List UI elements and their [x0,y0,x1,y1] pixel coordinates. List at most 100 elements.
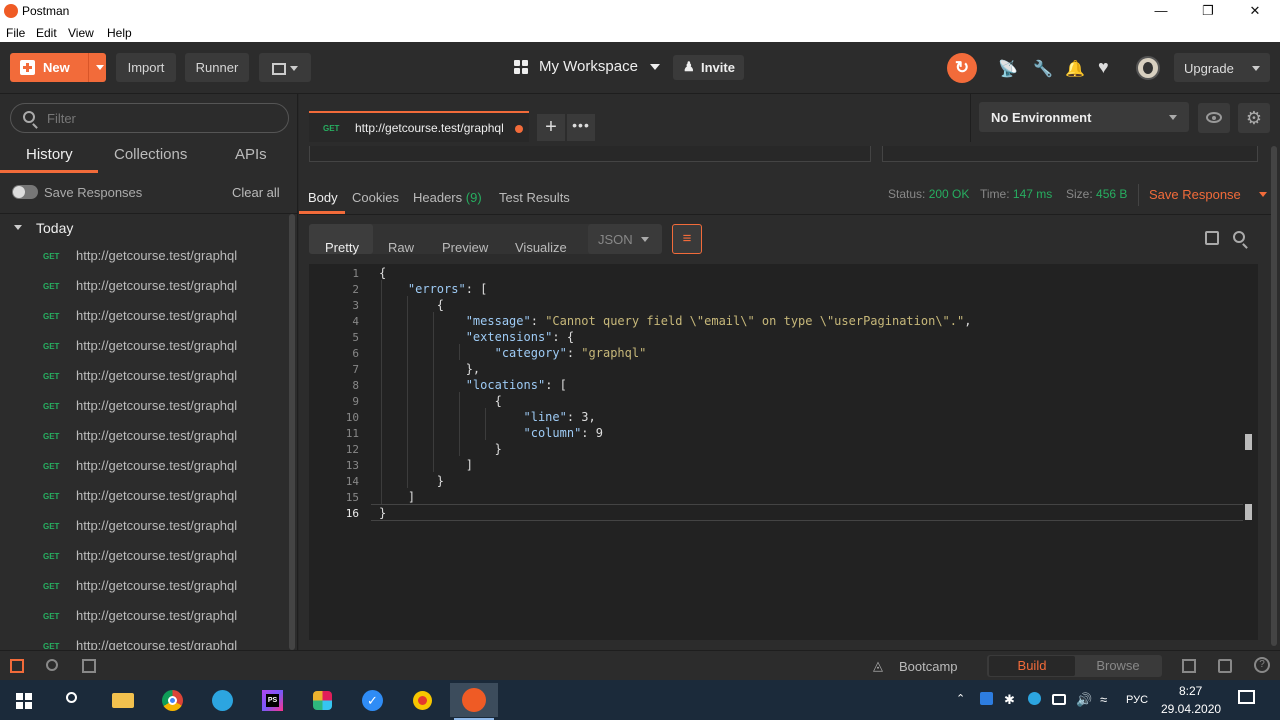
history-item-method: GET [43,342,60,351]
list-item[interactable]: GET http://getcourse.test/graphql [0,302,288,332]
slack-tray-icon[interactable]: ✱ [1004,692,1015,708]
copy-icon[interactable] [1205,231,1219,245]
postman-taskbar-icon[interactable] [450,683,498,717]
list-item[interactable]: GET http://getcourse.test/graphql [0,392,288,422]
format-visualize[interactable]: Visualize [515,240,567,255]
windows-start-icon[interactable] [10,686,40,714]
avatar[interactable] [1136,56,1160,80]
main-scrollbar[interactable] [1271,146,1277,646]
chrome-icon[interactable] [158,686,188,714]
new-button[interactable]: New [10,53,106,82]
clock-time[interactable]: 8:27 [1179,684,1202,698]
satellite-icon[interactable]: 📡 [998,59,1018,79]
list-item[interactable]: GET http://getcourse.test/graphql [0,482,288,512]
two-pane-icon[interactable] [1182,659,1196,673]
music-icon[interactable] [408,686,438,714]
response-body-editor[interactable]: 1 {2 "errors": [3 {4 "message": "Cannot q… [309,264,1258,640]
list-item[interactable]: GET http://getcourse.test/graphql [0,542,288,572]
battery-icon[interactable] [1052,694,1066,705]
upgrade-button[interactable]: Upgrade [1174,53,1270,82]
response-tab-tests[interactable]: Test Results [499,190,570,205]
help-icon[interactable]: ? [1254,657,1270,673]
language-indicator[interactable]: РУС [1126,694,1148,706]
save-response-button[interactable]: Save Response [1149,187,1267,202]
sidebar-scrollbar[interactable] [289,214,295,650]
telegram-tray-icon[interactable] [1028,692,1041,705]
tray-app-icon[interactable] [980,692,993,705]
format-pretty[interactable]: Pretty [325,240,359,255]
volume-icon[interactable]: 🔊 [1076,692,1092,708]
code-line: "extensions": { [465,330,575,344]
menu-view[interactable]: View [68,26,94,40]
sidebar-toggle-icon[interactable] [10,659,24,673]
console-icon[interactable] [82,659,96,673]
list-item[interactable]: GET http://getcourse.test/graphql [0,602,288,632]
response-tab-cookies[interactable]: Cookies [352,190,399,205]
add-tab-button[interactable]: + [537,114,565,141]
code-line: ] [379,490,416,504]
new-window-button[interactable] [259,53,311,82]
environment-select[interactable]: No Environment [979,102,1189,132]
menu-edit[interactable]: Edit [36,26,57,40]
list-item[interactable]: GET http://getcourse.test/graphql [0,512,288,542]
list-item[interactable]: GET http://getcourse.test/graphql [0,572,288,602]
size-label: Size: [1066,187,1093,201]
bootcamp-button[interactable]: Bootcamp [899,659,958,674]
list-item[interactable]: GET http://getcourse.test/graphql [0,332,288,362]
language-select[interactable]: JSON [588,224,662,254]
keyboard-icon[interactable] [1218,659,1232,673]
list-item[interactable]: GET http://getcourse.test/graphql [0,272,288,302]
heart-icon[interactable]: ♥ [1098,57,1109,78]
close-button[interactable]: ✕ [1232,2,1278,20]
file-explorer-icon[interactable] [108,686,138,714]
menu-help[interactable]: Help [107,26,132,40]
format-raw[interactable]: Raw [388,240,414,255]
build-button[interactable]: Build [989,656,1075,676]
wrap-lines-icon[interactable]: ≡ [672,224,702,254]
telegram-icon[interactable] [208,686,238,714]
request-tab[interactable]: GET http://getcourse.test/graphql [309,111,529,142]
phpstorm-icon[interactable]: PS [258,686,288,714]
wrench-icon[interactable]: 🔧 [1033,59,1053,79]
list-item[interactable]: GET http://getcourse.test/graphql [0,422,288,452]
bell-icon[interactable]: 🔔 [1065,59,1085,79]
notification-icon[interactable] [1238,690,1255,704]
runner-button[interactable]: Runner [185,53,249,82]
editor-scroll-marker[interactable] [1245,504,1252,520]
maximize-button[interactable]: ❐ [1185,2,1231,20]
format-preview[interactable]: Preview [442,240,488,255]
headers-count: (9) [465,190,482,205]
history-item-method: GET [43,552,60,561]
line-number: 15 [345,491,359,504]
environment-quick-look-button[interactable] [1198,103,1230,133]
clock-date[interactable]: 29.04.2020 [1161,702,1221,716]
list-item[interactable]: GET http://getcourse.test/graphql [0,362,288,392]
status-readout: Status: 200 OK [888,187,969,201]
sync-icon[interactable]: ↻ [947,53,977,83]
todo-icon[interactable]: ✓ [358,686,388,714]
list-item[interactable]: GET http://getcourse.test/graphql [0,632,288,650]
browse-button[interactable]: Browse [1075,656,1161,676]
response-tab-body[interactable]: Body [308,190,338,205]
invite-button[interactable]: ♟ Invite [673,55,744,80]
wifi-icon[interactable]: ≈ [1100,692,1107,707]
find-icon[interactable] [46,659,58,671]
search-icon[interactable] [58,686,88,714]
chevron-up-icon[interactable]: ⌃ [956,692,965,705]
response-tab-headers[interactable]: Headers (9) [413,190,482,205]
import-button[interactable]: Import [116,53,176,82]
invite-label: Invite [701,60,735,75]
menu-file[interactable]: File [6,26,25,40]
slack-icon[interactable] [308,686,338,714]
chevron-down-icon[interactable] [96,65,104,70]
list-item[interactable]: GET http://getcourse.test/graphql [0,452,288,482]
code-line: } [379,474,445,488]
workspace-selector[interactable]: My Workspace [539,58,661,75]
list-item[interactable]: GET http://getcourse.test/graphql [0,242,288,272]
gear-icon[interactable]: ⚙ [1238,103,1270,133]
history-item-method: GET [43,372,60,381]
search-icon[interactable] [1233,231,1245,243]
minimize-button[interactable]: — [1138,2,1184,20]
more-tabs-button[interactable]: ••• [567,114,595,141]
editor-scroll-marker[interactable] [1245,434,1252,450]
